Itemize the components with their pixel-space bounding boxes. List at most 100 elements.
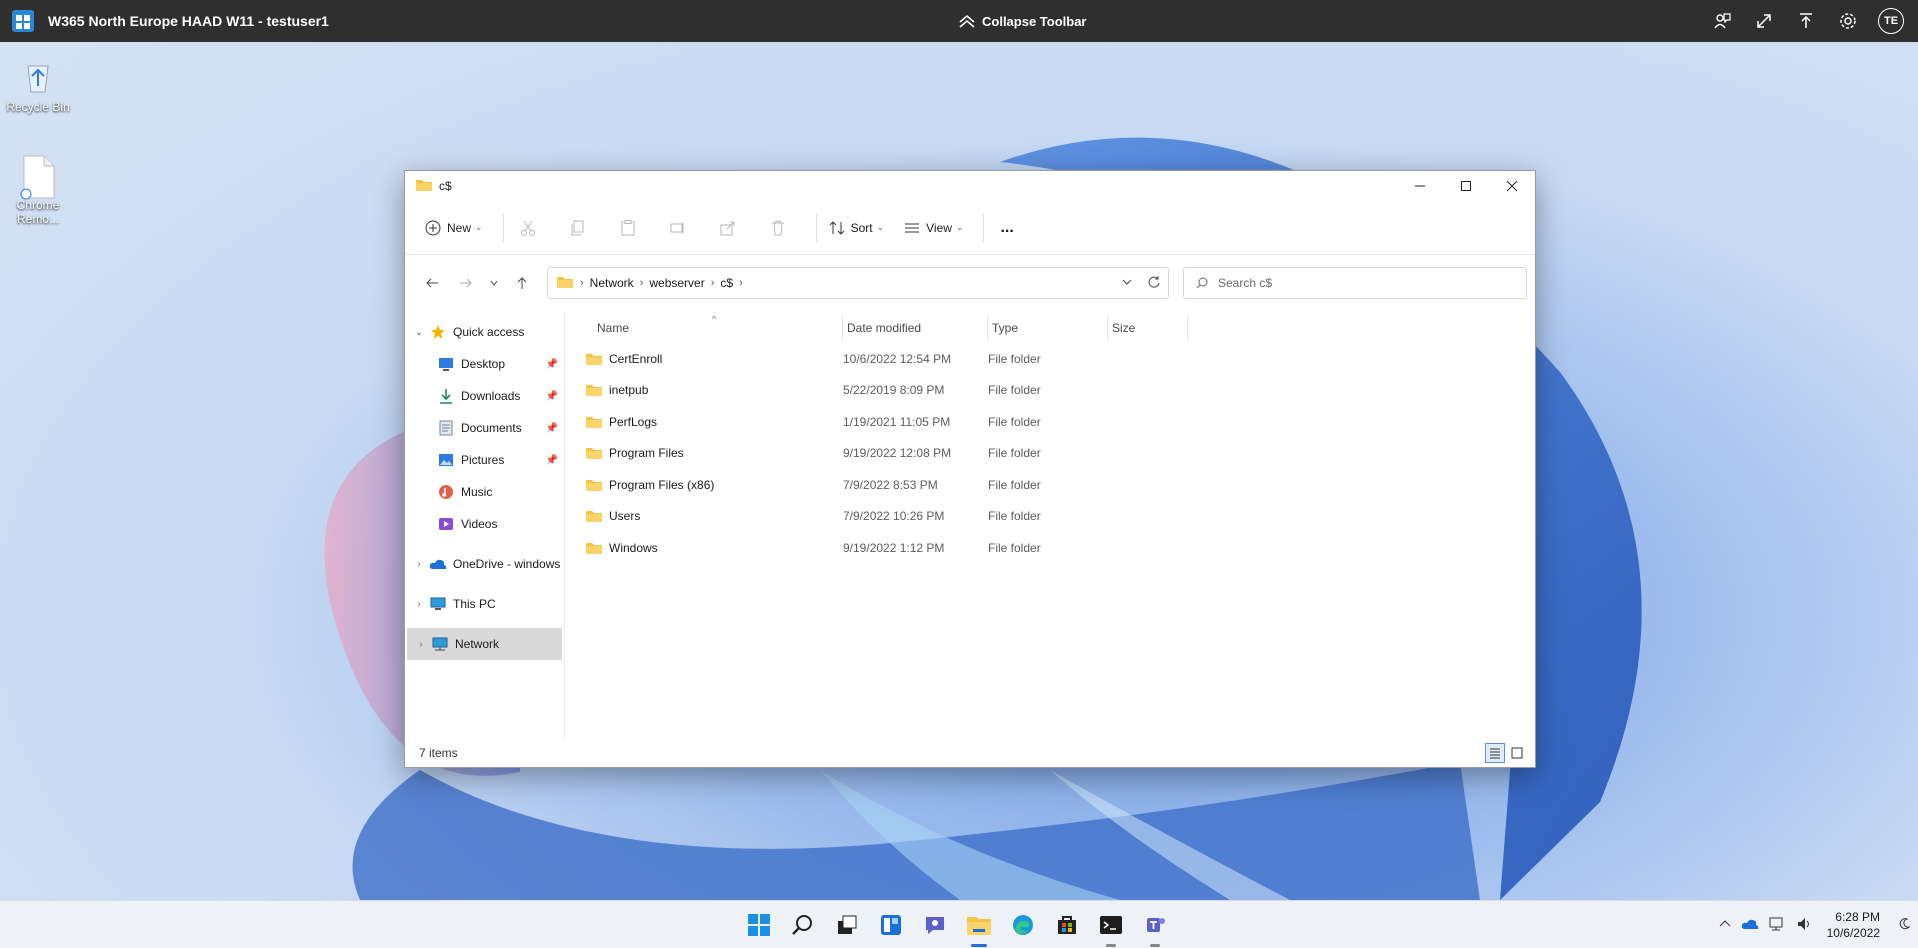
table-row[interactable]: Program Files 9/19/2022 12:08 PM File fold… bbox=[565, 438, 1535, 470]
refresh-button[interactable] bbox=[1148, 275, 1160, 291]
table-row[interactable]: PerfLogs 1/19/2021 11:05 PM File folder bbox=[565, 406, 1535, 438]
taskbar-store[interactable] bbox=[1052, 910, 1082, 940]
active-indicator bbox=[971, 944, 987, 947]
column-header-name[interactable]: Name bbox=[593, 315, 843, 340]
table-row[interactable]: Users 7/9/2022 10:26 PM File folder bbox=[565, 501, 1535, 533]
search-box[interactable]: Search c$ bbox=[1183, 267, 1527, 299]
view-list-icon bbox=[905, 223, 920, 232]
chevron-right-icon: › bbox=[739, 277, 743, 289]
folder-icon bbox=[556, 275, 574, 292]
chevron-right-icon: › bbox=[417, 598, 421, 610]
breadcrumb-webserver[interactable]: webserver bbox=[649, 276, 704, 290]
new-button[interactable]: New ⌄ bbox=[419, 212, 489, 244]
file-name-cell: Windows bbox=[585, 541, 843, 555]
command-bar: New ⌄ Sort ⌄ View ⌄ ... bbox=[405, 201, 1535, 255]
nav-pictures[interactable]: Pictures 📌 bbox=[405, 444, 564, 476]
nav-network[interactable]: › Network bbox=[407, 628, 562, 660]
nav-onedrive[interactable]: › OneDrive - windows bbox=[405, 548, 564, 580]
nav-documents[interactable]: Documents 📌 bbox=[405, 412, 564, 444]
teams-icon bbox=[1147, 918, 1165, 932]
desktop-icon-recycle-bin[interactable]: Recycle Bin bbox=[0, 56, 76, 114]
focus-moon-icon[interactable] bbox=[1898, 917, 1911, 933]
taskbar: 6:28 PM 10/6/2022 bbox=[0, 900, 1918, 948]
table-row[interactable]: Program Files (x86) 7/9/2022 8:53 PM File … bbox=[565, 469, 1535, 501]
taskbar-edge[interactable] bbox=[1008, 910, 1038, 940]
widgets-button[interactable] bbox=[876, 910, 906, 940]
feedback-icon[interactable] bbox=[1710, 9, 1734, 33]
recent-locations-button[interactable] bbox=[483, 268, 505, 298]
nav-quick-access[interactable]: ⌄ Quick access bbox=[405, 316, 564, 348]
collapse-toolbar-button[interactable]: Collapse Toolbar bbox=[958, 0, 1087, 42]
table-row[interactable]: CertEnroll 10/6/2022 12:54 PM File folder bbox=[565, 343, 1535, 375]
details-view-button[interactable] bbox=[1485, 743, 1505, 763]
onedrive-cloud-icon[interactable] bbox=[1741, 918, 1759, 933]
taskbar-file-explorer[interactable] bbox=[964, 910, 994, 947]
taskbar-search-button[interactable] bbox=[788, 910, 818, 940]
sort-button[interactable]: Sort ⌄ bbox=[823, 212, 891, 244]
window-titlebar[interactable]: c$ bbox=[405, 171, 1535, 201]
maximize-button[interactable] bbox=[1443, 171, 1489, 201]
videos-icon bbox=[437, 516, 455, 532]
settings-gear-icon[interactable] bbox=[1836, 9, 1860, 33]
large-icons-view-button[interactable] bbox=[1507, 743, 1527, 763]
nav-videos[interactable]: Videos bbox=[405, 508, 564, 540]
rename-button[interactable] bbox=[660, 212, 702, 244]
chevron-down-icon: ⌄ bbox=[955, 222, 964, 232]
chevron-up-icon[interactable] bbox=[1719, 918, 1731, 933]
clock[interactable]: 6:28 PM 10/6/2022 bbox=[1827, 909, 1880, 941]
status-bar: 7 items bbox=[405, 739, 1535, 767]
table-row[interactable]: inetpub 5/22/2019 8:09 PM File folder bbox=[565, 375, 1535, 407]
fullscreen-icon[interactable] bbox=[1752, 9, 1776, 33]
taskbar-teams[interactable] bbox=[1140, 910, 1170, 947]
divider bbox=[502, 213, 504, 242]
network-status-icon[interactable] bbox=[1769, 917, 1787, 934]
address-history-dropdown[interactable] bbox=[1122, 276, 1132, 291]
column-header-date[interactable]: Date modified bbox=[843, 315, 988, 340]
back-button[interactable] bbox=[415, 268, 449, 298]
nav-music[interactable]: Music bbox=[405, 476, 564, 508]
share-button[interactable] bbox=[710, 212, 752, 244]
copy-button[interactable] bbox=[560, 212, 602, 244]
forward-button[interactable] bbox=[449, 268, 483, 298]
pin-top-icon[interactable] bbox=[1794, 9, 1818, 33]
large-icons-view-icon bbox=[1511, 747, 1523, 759]
close-button[interactable] bbox=[1489, 171, 1535, 201]
file-name-cell: PerfLogs bbox=[585, 415, 843, 429]
column-header-type[interactable]: Type bbox=[988, 315, 1108, 340]
column-header-size[interactable]: Size bbox=[1108, 315, 1188, 340]
up-button[interactable] bbox=[505, 268, 539, 298]
chevron-down-icon: ⌄ bbox=[414, 326, 424, 338]
minimize-button[interactable] bbox=[1397, 171, 1443, 201]
view-button[interactable]: View ⌄ bbox=[898, 212, 969, 244]
nav-downloads[interactable]: Downloads 📌 bbox=[405, 380, 564, 412]
nav-desktop[interactable]: Desktop 📌 bbox=[405, 348, 564, 380]
start-button[interactable] bbox=[744, 910, 774, 940]
paste-button[interactable] bbox=[610, 212, 652, 244]
breadcrumb-network[interactable]: Network bbox=[590, 276, 634, 290]
folder-icon bbox=[586, 385, 602, 397]
arrow-right-icon bbox=[460, 278, 472, 288]
running-indicator bbox=[1150, 944, 1160, 947]
recycle-bin-icon bbox=[18, 56, 58, 96]
table-row[interactable]: Windows 9/19/2022 1:12 PM File folder bbox=[565, 532, 1535, 564]
taskbar-terminal[interactable] bbox=[1096, 910, 1126, 947]
cut-button[interactable] bbox=[510, 212, 552, 244]
edge-icon bbox=[1013, 915, 1033, 935]
address-bar[interactable]: › Network › webserver › c$ › bbox=[547, 267, 1169, 299]
task-view-button[interactable] bbox=[832, 910, 862, 940]
refresh-icon bbox=[1148, 275, 1160, 288]
file-name: inetpub bbox=[609, 383, 649, 398]
chevron-down-icon bbox=[490, 280, 498, 286]
more-options-button[interactable]: ... bbox=[990, 212, 1023, 244]
file-type: File folder bbox=[988, 540, 1041, 555]
user-avatar[interactable]: TE bbox=[1878, 8, 1904, 34]
breadcrumb-c-share[interactable]: c$ bbox=[720, 276, 733, 290]
clock-date: 10/6/2022 bbox=[1826, 926, 1880, 940]
delete-button[interactable] bbox=[760, 212, 802, 244]
desktop-icon-chrome-remote[interactable]: Chrome Remo... bbox=[0, 154, 76, 226]
chat-button[interactable] bbox=[920, 910, 950, 940]
nav-this-pc[interactable]: › This PC bbox=[405, 588, 564, 620]
volume-icon[interactable] bbox=[1797, 917, 1813, 934]
remote-toolbar: W365 North Europe HAAD W11 - testuser1 C… bbox=[0, 0, 1918, 42]
documents-icon bbox=[437, 420, 455, 436]
